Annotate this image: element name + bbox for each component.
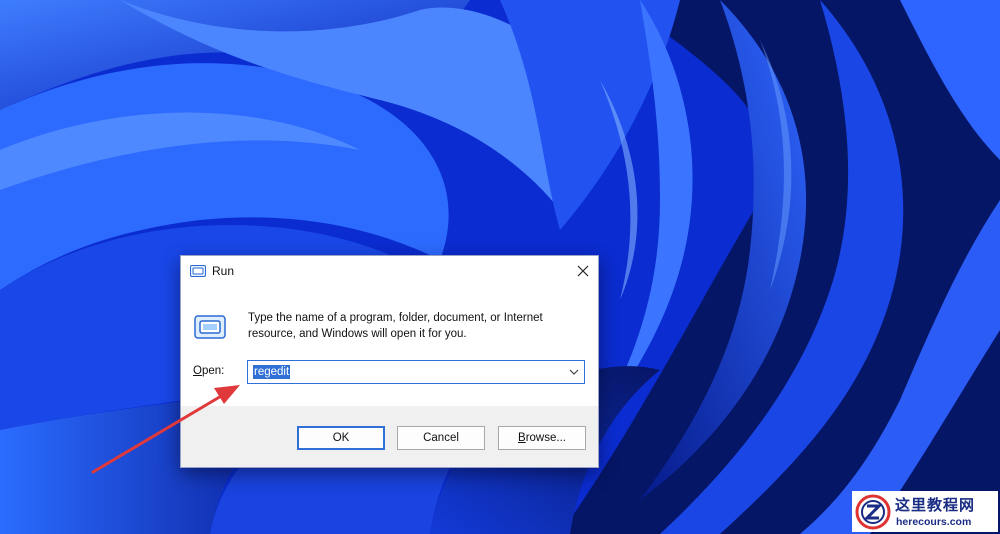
close-button[interactable] xyxy=(568,256,598,286)
ok-button[interactable]: OK xyxy=(297,426,385,450)
watermark-url: herecours.com xyxy=(896,516,972,528)
browse-button[interactable]: Browse... xyxy=(498,426,586,450)
dialog-titlebar[interactable]: Run xyxy=(181,256,598,286)
close-icon xyxy=(577,265,589,277)
cancel-button[interactable]: Cancel xyxy=(397,426,485,450)
open-combobox[interactable]: regedit xyxy=(247,360,585,384)
open-input[interactable]: regedit xyxy=(253,365,291,379)
site-logo-icon xyxy=(855,494,891,530)
dialog-title: Run xyxy=(212,264,235,278)
open-label: Open: xyxy=(193,365,225,377)
run-app-icon xyxy=(190,264,206,278)
chevron-down-icon xyxy=(569,369,579,375)
run-app-icon xyxy=(194,315,226,339)
watermark-title: 这里教程网 xyxy=(895,496,976,514)
site-watermark: 这里教程网 herecours.com xyxy=(852,491,998,532)
dialog-description: Type the name of a program, folder, docu… xyxy=(248,312,543,340)
dropdown-button[interactable] xyxy=(567,365,581,379)
dialog-footer: OK Cancel Browse... xyxy=(181,406,598,467)
run-dialog: Run Type the name of a program, folder, … xyxy=(180,255,599,468)
dialog-body: Type the name of a program, folder, docu… xyxy=(181,286,598,406)
